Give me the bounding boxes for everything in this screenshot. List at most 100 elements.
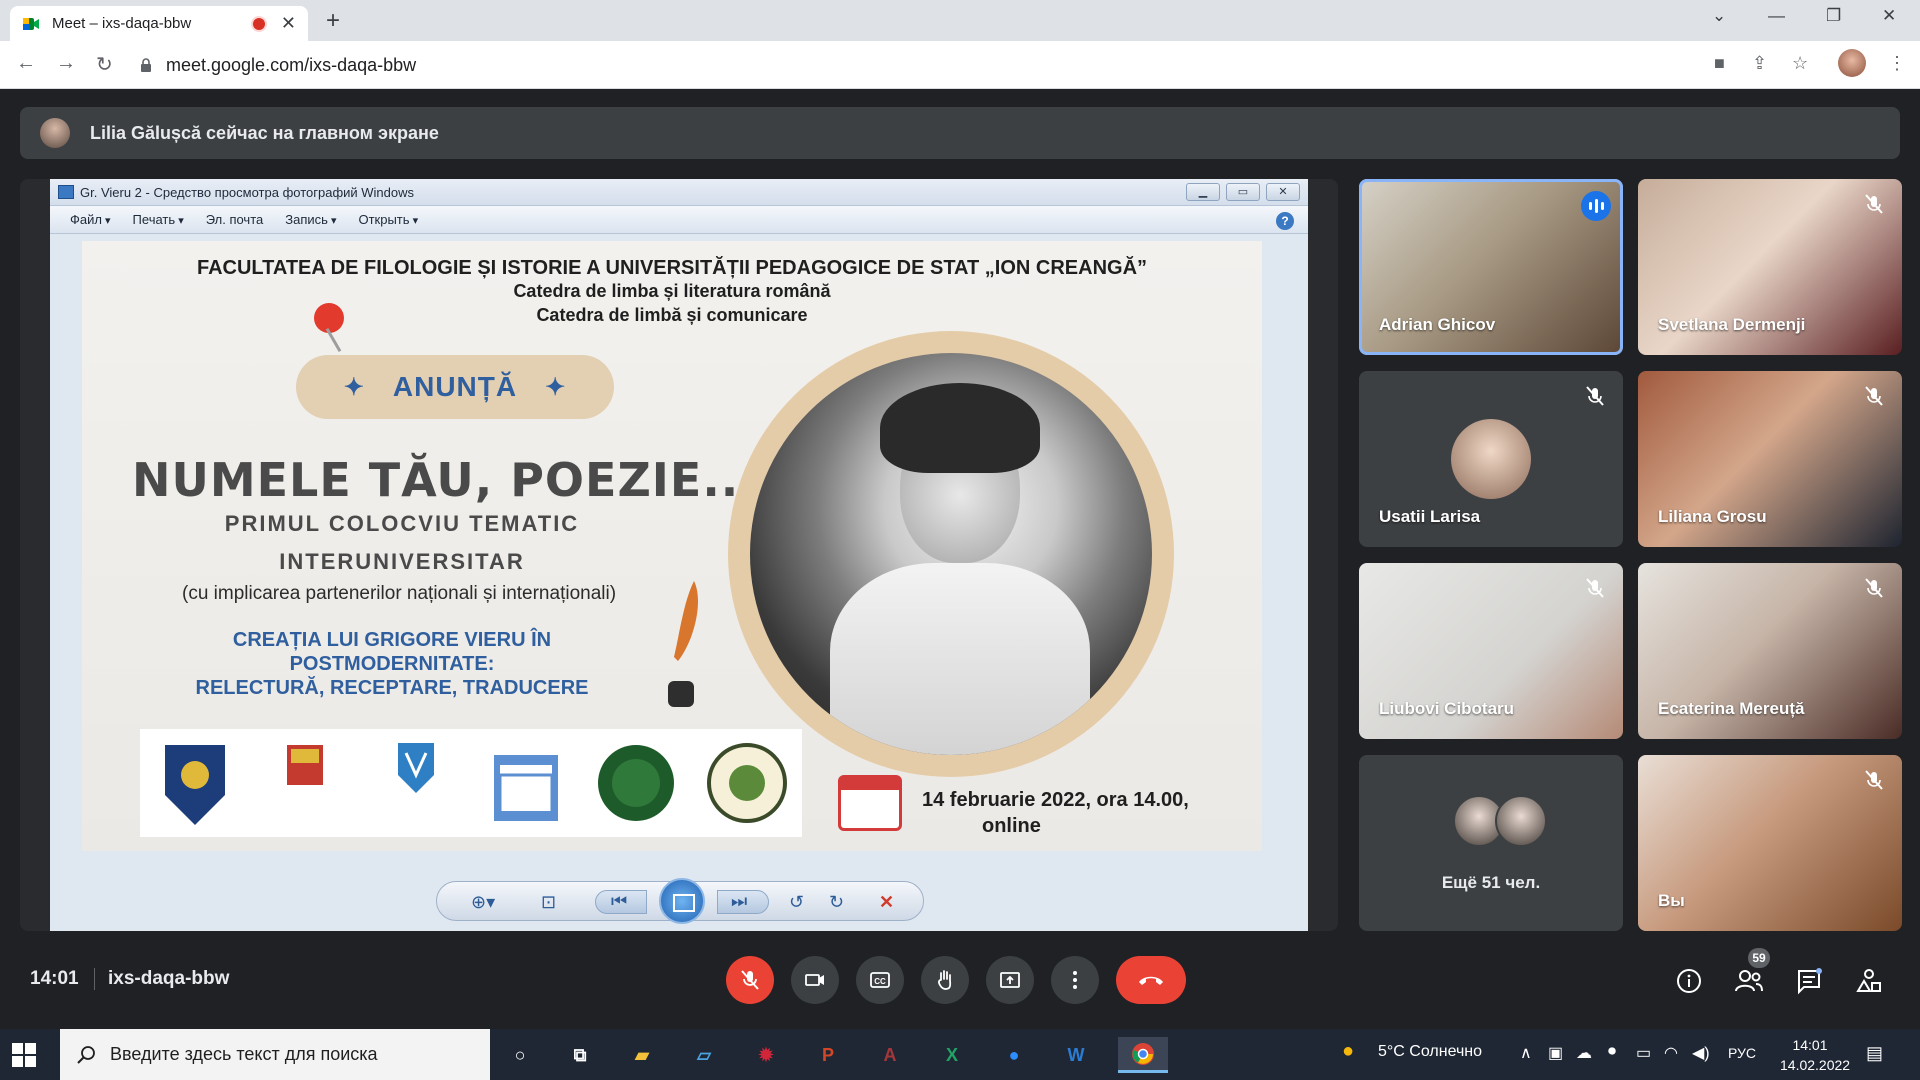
menu-burn[interactable]: Запись <box>285 212 336 227</box>
tray-device-icon[interactable]: ▣ <box>1548 1043 1563 1063</box>
presenter-avatar <box>40 118 70 148</box>
poster-theme-line1: CREAȚIA LUI GRIGORE VIERU ÎN <box>232 629 552 651</box>
profile-avatar[interactable] <box>1838 49 1866 77</box>
taskbar-search-placeholder: Введите здесь текст для поиска <box>110 1044 378 1064</box>
meeting-details-button[interactable] <box>1674 966 1704 996</box>
bookmark-star-icon[interactable]: ☆ <box>1792 53 1808 74</box>
camera-toggle-button[interactable] <box>791 956 839 1004</box>
more-participants-tile[interactable]: Ещё 51 чел. <box>1359 755 1623 931</box>
window-close-button[interactable]: ✕ <box>1882 6 1896 26</box>
cortana-icon[interactable]: ○ <box>500 1037 540 1073</box>
access-icon[interactable]: A <box>870 1037 910 1073</box>
notifications-icon[interactable]: ▤ <box>1866 1043 1883 1064</box>
weather-sun-icon[interactable]: ● <box>1342 1040 1354 1063</box>
menu-file[interactable]: Файл <box>70 212 111 227</box>
reload-button[interactable]: ↻ <box>96 52 113 77</box>
poster-anunta-text: ANUNȚĂ <box>392 371 518 402</box>
viewer-maximize-button[interactable]: ▭ <box>1226 183 1260 201</box>
powerpoint-icon[interactable]: P <box>808 1037 848 1073</box>
file-explorer-icon[interactable]: ▰ <box>622 1037 662 1073</box>
taskbar-search-box[interactable]: Введите здесь текст для поиска <box>60 1029 490 1080</box>
participant-tile[interactable]: Svetlana Dermenji <box>1638 179 1902 355</box>
captions-button[interactable]: CC <box>856 956 904 1004</box>
battery-icon[interactable]: ▭ <box>1636 1043 1651 1063</box>
menu-print[interactable]: Печать <box>133 212 184 227</box>
university-logos <box>140 729 802 837</box>
tray-overflow-icon[interactable]: ∧ <box>1520 1043 1532 1063</box>
microphone-tray-icon[interactable]: ⏺ <box>1608 1043 1616 1061</box>
browser-toolbar: ← → ↻ meet.google.com/ixs-daqa-bbw ■ ⇪ ☆… <box>0 41 1920 89</box>
galati-logo-icon <box>494 755 559 821</box>
language-indicator[interactable]: РУС <box>1728 1045 1756 1061</box>
word-icon[interactable]: W <box>1056 1037 1096 1073</box>
mic-off-icon <box>1586 578 1604 598</box>
menu-open[interactable]: Открыть <box>358 212 418 227</box>
onedrive-cloud-icon[interactable]: ☁ <box>1576 1043 1592 1063</box>
camera-icon <box>805 974 824 986</box>
share-icon[interactable]: ⇪ <box>1752 53 1767 74</box>
univ-seal-logo-icon <box>706 743 787 823</box>
rotate-left-icon[interactable]: ↺ <box>789 892 804 913</box>
microphone-toggle-button[interactable] <box>726 956 774 1004</box>
taskbar-clock[interactable]: 14:01 14.02.2022 <box>1780 1035 1850 1075</box>
menu-email[interactable]: Эл. почта <box>206 212 264 227</box>
actual-size-icon[interactable]: ⊡ <box>541 892 556 913</box>
mic-off-icon <box>1865 194 1883 214</box>
minimize-button[interactable]: — <box>1768 6 1785 26</box>
task-view-icon[interactable]: ⧉ <box>560 1037 600 1073</box>
photo-viewer-icon <box>58 185 74 199</box>
viewer-minimize-button[interactable]: ▁ <box>1186 183 1220 201</box>
app-pinned-icon[interactable]: ▱ <box>684 1037 724 1073</box>
tab-close-icon[interactable]: ✕ <box>281 13 296 34</box>
rotate-right-icon[interactable]: ↻ <box>829 892 844 913</box>
meet-controls-bar: 14:01 ixs-daqa-bbw CC 59 <box>0 930 1920 1029</box>
maximize-button[interactable]: ❐ <box>1826 6 1841 26</box>
participant-name: Вы <box>1658 891 1685 910</box>
url-text: meet.google.com/ixs-daqa-bbw <box>166 54 417 75</box>
activities-button[interactable] <box>1854 966 1884 996</box>
slideshow-button[interactable] <box>659 878 705 924</box>
chrome-taskbar-icon[interactable] <box>1118 1037 1168 1073</box>
volume-icon[interactable]: ◀) <box>1692 1043 1710 1063</box>
camera-indicator-icon[interactable]: ■ <box>1714 53 1725 74</box>
raise-hand-button[interactable] <box>921 956 969 1004</box>
quill-icon <box>668 581 699 707</box>
back-button[interactable]: ← <box>16 52 36 75</box>
participant-tile[interactable]: Usatii Larisa <box>1359 371 1623 547</box>
viewer-controls-bar: ⊕▾ ⊡ ⏮ ⏭ ↺ ↻ ✕ <box>436 878 924 924</box>
antivirus-icon[interactable]: ✹ <box>746 1037 786 1073</box>
captions-icon: CC <box>870 972 890 988</box>
people-button[interactable] <box>1734 966 1764 996</box>
chrome-menu-icon[interactable]: ⋮ <box>1888 53 1906 74</box>
uaic-logo-icon <box>397 743 434 793</box>
chat-button[interactable] <box>1794 966 1824 996</box>
participant-name: Liubovi Cibotaru <box>1379 699 1515 718</box>
participant-tile[interactable]: Liubovi Cibotaru <box>1359 563 1623 739</box>
windows-taskbar: Введите здесь текст для поиска ○ ⧉ ▰ ▱ ✹… <box>0 1029 1920 1080</box>
delete-icon[interactable]: ✕ <box>879 892 894 913</box>
more-participants-text: Ещё 51 чел. <box>1441 873 1541 892</box>
participant-tile[interactable]: Liliana Grosu <box>1638 371 1902 547</box>
zoom-icon[interactable]: ⊕▾ <box>471 892 495 913</box>
hand-icon <box>938 970 952 990</box>
new-tab-button[interactable]: + <box>326 7 340 35</box>
more-options-button[interactable] <box>1051 956 1099 1004</box>
svg-text:CC: CC <box>874 977 886 986</box>
participant-tile[interactable]: Ecaterina Mereuță <box>1638 563 1902 739</box>
zoom-icon[interactable]: ● <box>994 1037 1034 1073</box>
present-screen-button[interactable] <box>986 956 1034 1004</box>
help-icon[interactable]: ? <box>1276 212 1294 230</box>
tab-meet[interactable]: Meet – ixs-daqa-bbw ✕ <box>10 6 308 41</box>
address-bar[interactable]: meet.google.com/ixs-daqa-bbw <box>140 47 1700 83</box>
tab-search-icon[interactable]: ⌄ <box>1712 6 1726 26</box>
viewer-close-button[interactable]: ✕ <box>1266 183 1300 201</box>
weather-text[interactable]: 5°C Солнечно <box>1378 1043 1482 1061</box>
windows-start-icon[interactable] <box>12 1043 36 1067</box>
excel-icon[interactable]: X <box>932 1037 972 1073</box>
participant-tile[interactable]: Adrian Ghicov <box>1359 179 1623 355</box>
sparkle-icon: ✦ <box>545 373 567 401</box>
forward-button[interactable]: → <box>56 52 76 75</box>
self-tile[interactable]: Вы <box>1638 755 1902 931</box>
wifi-icon[interactable]: ◠ <box>1664 1043 1678 1063</box>
leave-call-button[interactable] <box>1116 956 1186 1004</box>
